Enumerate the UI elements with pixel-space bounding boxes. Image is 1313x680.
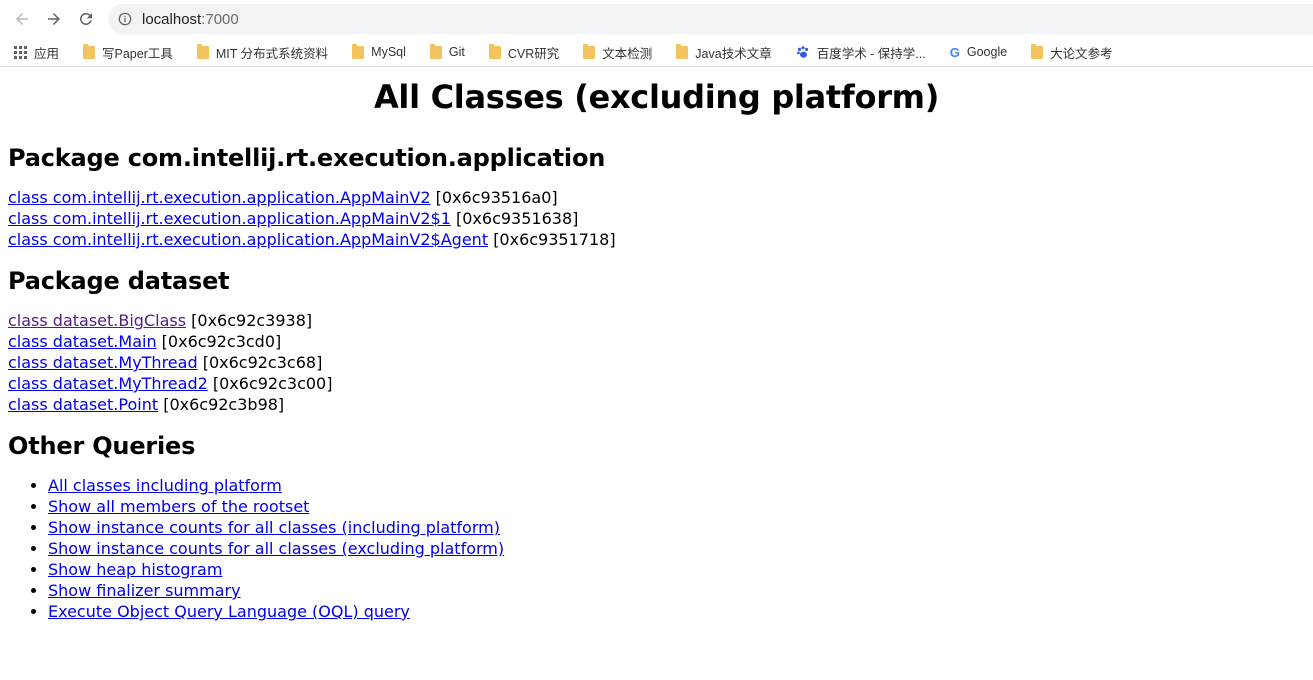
class-link[interactable]: class dataset.Point — [8, 395, 158, 414]
query-list: All classes including platform Show all … — [8, 475, 1305, 622]
folder-icon — [429, 43, 442, 59]
url-port: :7000 — [201, 10, 239, 28]
folder-icon — [676, 43, 689, 59]
class-address: [0x6c9351718] — [493, 230, 616, 249]
url-host: localhost — [142, 10, 202, 28]
list-item: Show instance counts for all classes (ex… — [48, 538, 1305, 559]
folder-icon — [488, 43, 501, 59]
class-row: class com.intellij.rt.execution.applicat… — [8, 208, 1305, 229]
package-section: Package dataset class dataset.BigClass [… — [8, 267, 1305, 415]
class-link[interactable]: class com.intellij.rt.execution.applicat… — [8, 188, 431, 207]
bookmark-google[interactable]: G Google — [950, 45, 1007, 60]
list-item: Show all members of the rootset — [48, 496, 1305, 517]
bookmarks-bar: 应用 写Paper工具 MIT 分布式系统资料 MySql Git CVR研究 … — [0, 38, 1313, 67]
arrow-right-icon — [48, 13, 60, 25]
class-row: class com.intellij.rt.execution.applicat… — [8, 229, 1305, 250]
bookmark-label: 百度学术 - 保持学... — [816, 46, 926, 61]
list-item: Show finalizer summary — [48, 580, 1305, 601]
other-queries-section: Other Queries All classes including plat… — [8, 432, 1305, 622]
class-address: [0x6c9351638] — [456, 209, 579, 228]
query-link-finalizer-summary[interactable]: Show finalizer summary — [48, 581, 241, 600]
query-link-heap-histogram[interactable]: Show heap histogram — [48, 560, 222, 579]
class-row: class dataset.BigClass [0x6c92c3938] — [8, 310, 1305, 331]
class-link[interactable]: class dataset.BigClass — [8, 311, 186, 330]
bookmark-label: CVR研究 — [507, 46, 560, 61]
class-address: [0x6c93516a0] — [435, 188, 558, 207]
back-button[interactable] — [10, 7, 34, 31]
bookmark-mit-distributed[interactable]: MIT 分布式系统资料 — [196, 43, 329, 62]
class-link[interactable]: class dataset.MyThread2 — [8, 374, 208, 393]
list-item: Show instance counts for all classes (in… — [48, 517, 1305, 538]
reload-button[interactable] — [74, 7, 98, 31]
class-link[interactable]: class dataset.Main — [8, 332, 157, 351]
folder-icon — [583, 43, 596, 59]
bookmark-label: MySql — [371, 45, 406, 59]
bookmark-git[interactable]: Git — [429, 43, 465, 59]
query-link-oql[interactable]: Execute Object Query Language (OQL) quer… — [48, 602, 410, 621]
list-item: All classes including platform — [48, 475, 1305, 496]
url-text: localhost:7000 — [142, 11, 239, 28]
bookmark-label: MIT 分布式系统资料 — [215, 46, 329, 61]
reload-icon — [79, 12, 92, 25]
class-address: [0x6c92c3c68] — [202, 353, 323, 372]
browser-toolbar: localhost:7000 — [0, 0, 1313, 38]
info-icon[interactable] — [118, 11, 134, 27]
page-content: All Classes (excluding platform) Package… — [0, 78, 1313, 622]
class-row: class dataset.MyThread [0x6c92c3c68] — [8, 352, 1305, 373]
google-icon: G — [949, 44, 960, 60]
class-address: [0x6c92c3938] — [191, 311, 313, 330]
bookmark-paper-tools[interactable]: 写Paper工具 — [83, 43, 173, 62]
bookmark-label: 写Paper工具 — [102, 46, 173, 61]
class-row: class dataset.Point [0x6c92c3b98] — [8, 394, 1305, 415]
query-link-all-classes[interactable]: All classes including platform — [48, 476, 282, 495]
forward-button[interactable] — [42, 7, 66, 31]
class-address: [0x6c92c3cd0] — [161, 332, 282, 351]
bookmark-java-articles[interactable]: Java技术文章 — [676, 43, 772, 62]
bookmark-mysql[interactable]: MySql — [352, 43, 406, 59]
bookmark-apps[interactable]: 应用 — [14, 43, 59, 62]
bookmark-label: 文本检测 — [602, 46, 653, 61]
folder-icon — [1031, 43, 1044, 59]
bookmark-baidu-scholar[interactable]: 百度学术 - 保持学... — [796, 43, 926, 62]
query-link-instance-counts-incl[interactable]: Show instance counts for all classes (in… — [48, 518, 500, 537]
bookmark-text-detection[interactable]: 文本检测 — [583, 43, 652, 62]
bookmark-cvr[interactable]: CVR研究 — [488, 43, 560, 62]
class-row: class dataset.Main [0x6c92c3cd0] — [8, 331, 1305, 352]
baidu-paw-icon — [796, 45, 810, 59]
class-list: class com.intellij.rt.execution.applicat… — [8, 187, 1305, 250]
other-queries-heading: Other Queries — [8, 432, 196, 460]
class-link[interactable]: class com.intellij.rt.execution.applicat… — [8, 209, 451, 228]
list-item: Show heap histogram — [48, 559, 1305, 580]
class-address: [0x6c92c3c00] — [212, 374, 333, 393]
class-row: class com.intellij.rt.execution.applicat… — [8, 187, 1305, 208]
package-heading: Package dataset — [8, 267, 230, 295]
list-item: Execute Object Query Language (OQL) quer… — [48, 601, 1305, 622]
package-heading: Package com.intellij.rt.execution.applic… — [8, 144, 606, 172]
folder-icon — [196, 43, 209, 59]
folder-icon — [83, 43, 96, 59]
bookmark-thesis-refs[interactable]: 大论文参考 — [1031, 43, 1113, 62]
query-link-rootset[interactable]: Show all members of the rootset — [48, 497, 309, 516]
class-link[interactable]: class dataset.MyThread — [8, 353, 198, 372]
address-bar[interactable]: localhost:7000 — [108, 4, 1313, 34]
class-row: class dataset.MyThread2 [0x6c92c3c00] — [8, 373, 1305, 394]
bookmark-label: 应用 — [34, 46, 60, 61]
bookmark-label: Git — [448, 45, 465, 59]
package-section: Package com.intellij.rt.execution.applic… — [8, 144, 1305, 250]
apps-icon — [14, 45, 27, 59]
bookmark-label: Java技术文章 — [695, 46, 772, 61]
class-link[interactable]: class com.intellij.rt.execution.applicat… — [8, 230, 488, 249]
bookmark-label: 大论文参考 — [1050, 46, 1113, 61]
bookmark-label: Google — [966, 45, 1008, 59]
class-address: [0x6c92c3b98] — [163, 395, 285, 414]
folder-icon — [352, 43, 365, 59]
class-list: class dataset.BigClass [0x6c92c3938] cla… — [8, 310, 1305, 415]
query-link-instance-counts-excl[interactable]: Show instance counts for all classes (ex… — [48, 539, 504, 558]
page-title: All Classes (excluding platform) — [373, 78, 940, 116]
arrow-left-icon — [16, 13, 28, 25]
